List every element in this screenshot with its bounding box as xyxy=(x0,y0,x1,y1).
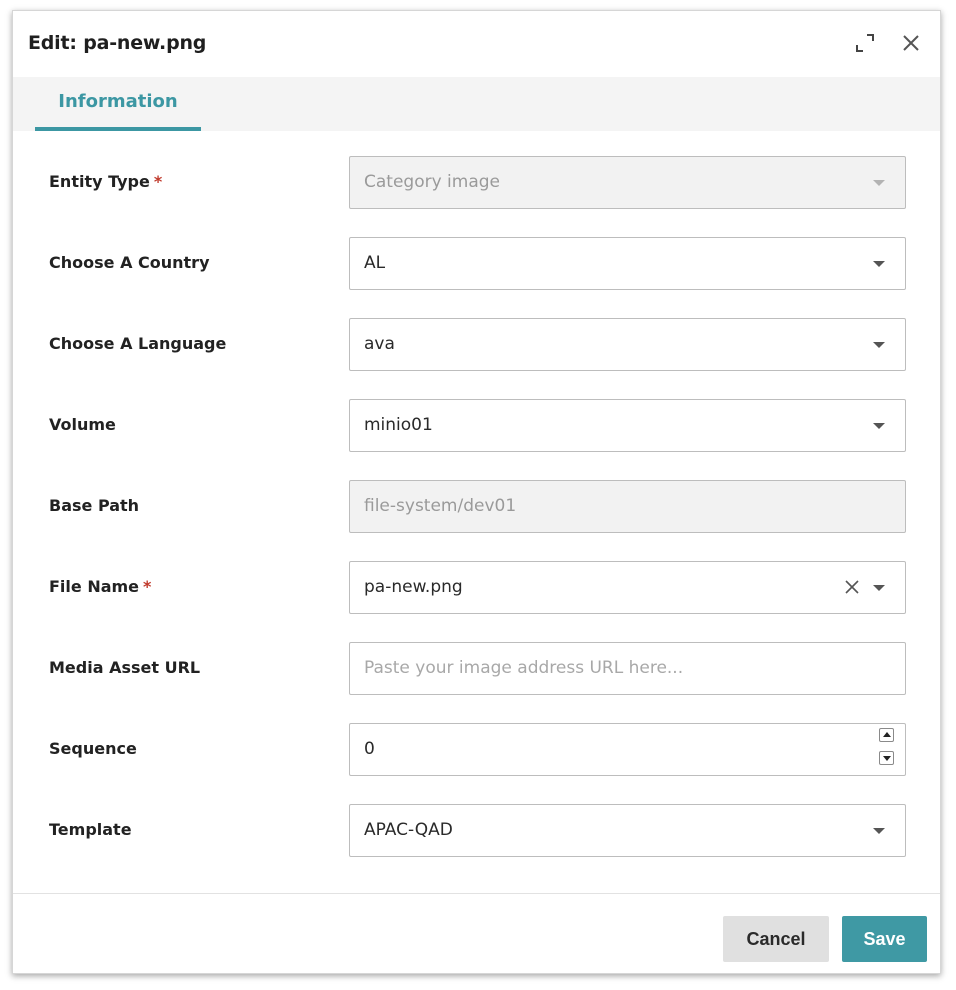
increment-button[interactable] xyxy=(879,728,894,742)
chevron-down-icon[interactable] xyxy=(873,585,885,591)
template-select[interactable]: APAC-QAD xyxy=(349,804,906,857)
cancel-button[interactable]: Cancel xyxy=(723,916,829,962)
edit-dialog: Edit: pa-new.png Information Entity Type… xyxy=(12,10,941,974)
arrow-up-icon xyxy=(883,732,891,737)
media-asset-url-label: Media Asset URL xyxy=(49,658,201,677)
dialog-title: Edit: pa-new.png xyxy=(28,32,207,54)
row-entity-type: Entity Type * Category image xyxy=(13,156,940,210)
row-sequence: Sequence 0 xyxy=(13,723,940,777)
language-select[interactable]: ava xyxy=(349,318,906,371)
chevron-down-icon xyxy=(873,180,885,186)
country-select[interactable]: AL xyxy=(349,237,906,290)
row-media-asset-url: Media Asset URL Paste your image address… xyxy=(13,642,940,696)
close-icon[interactable] xyxy=(899,31,923,55)
volume-value: minio01 xyxy=(364,415,433,435)
sequence-stepper[interactable]: 0 xyxy=(349,723,906,776)
tab-active-indicator xyxy=(35,127,201,131)
row-file-name: File Name * pa-new.png xyxy=(13,561,940,615)
base-path-value: file-system/dev01 xyxy=(364,496,517,516)
file-name-label: File Name * xyxy=(49,577,152,596)
row-country: Choose A Country AL xyxy=(13,237,940,291)
chevron-down-icon[interactable] xyxy=(873,342,885,348)
row-template: Template APAC-QAD xyxy=(13,804,940,858)
arrow-down-icon xyxy=(883,756,891,761)
clear-icon[interactable] xyxy=(843,578,861,596)
template-value: APAC-QAD xyxy=(364,820,453,840)
file-name-value: pa-new.png xyxy=(364,577,463,597)
country-label: Choose A Country xyxy=(49,253,210,272)
media-asset-url-placeholder: Paste your image address URL here... xyxy=(364,658,684,678)
sequence-label: Sequence xyxy=(49,739,137,758)
tab-bar: Information xyxy=(13,77,940,131)
chevron-down-icon[interactable] xyxy=(873,828,885,834)
entity-type-select[interactable]: Category image xyxy=(349,156,906,209)
tab-information[interactable]: Information xyxy=(35,77,201,131)
base-path-input: file-system/dev01 xyxy=(349,480,906,533)
media-asset-url-input[interactable]: Paste your image address URL here... xyxy=(349,642,906,695)
expand-icon[interactable] xyxy=(853,31,877,55)
required-marker: * xyxy=(153,172,163,191)
row-volume: Volume minio01 xyxy=(13,399,940,453)
template-label: Template xyxy=(49,820,132,839)
language-label: Choose A Language xyxy=(49,334,227,353)
chevron-down-icon[interactable] xyxy=(873,261,885,267)
file-name-select[interactable]: pa-new.png xyxy=(349,561,906,614)
footer-divider xyxy=(13,893,940,894)
save-button[interactable]: Save xyxy=(842,916,927,962)
volume-select[interactable]: minio01 xyxy=(349,399,906,452)
volume-label: Volume xyxy=(49,415,116,434)
dialog-header: Edit: pa-new.png xyxy=(13,11,940,77)
decrement-button[interactable] xyxy=(879,751,894,765)
row-base-path: Base Path file-system/dev01 xyxy=(13,480,940,534)
row-language: Choose A Language ava xyxy=(13,318,940,372)
entity-type-value: Category image xyxy=(364,172,501,192)
tab-information-label: Information xyxy=(58,91,178,112)
country-value: AL xyxy=(364,253,386,273)
language-value: ava xyxy=(364,334,395,354)
required-marker: * xyxy=(143,577,152,596)
sequence-value: 0 xyxy=(364,739,375,759)
chevron-down-icon[interactable] xyxy=(873,423,885,429)
base-path-label: Base Path xyxy=(49,496,140,515)
entity-type-label: Entity Type * xyxy=(49,172,163,191)
